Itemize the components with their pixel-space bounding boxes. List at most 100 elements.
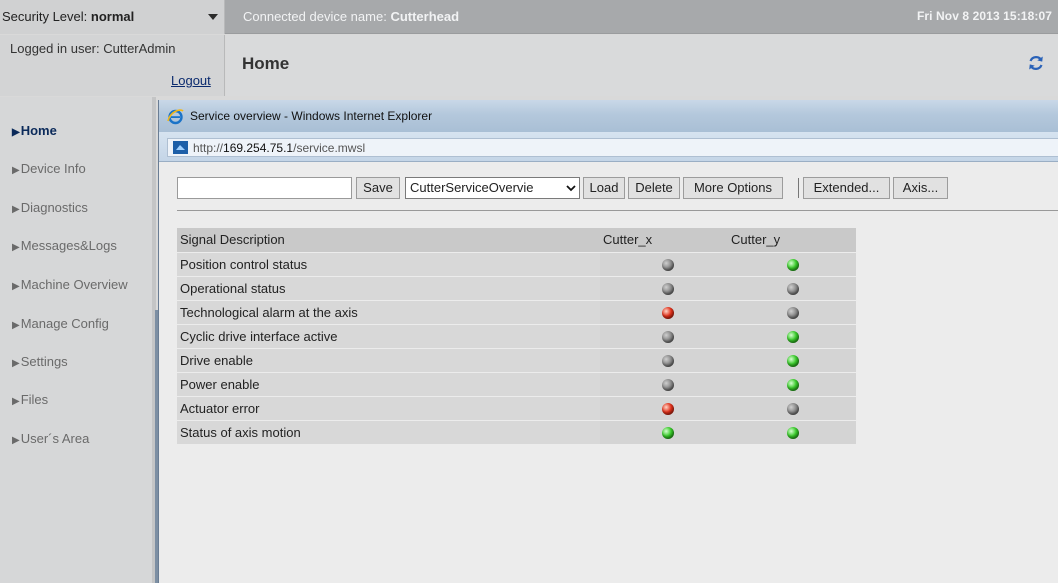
datetime-display: Fri Nov 8 2013 15:18:07 — [916, 9, 1052, 23]
signal-description: Drive enable — [177, 348, 600, 373]
triangle-right-icon: ▶ — [12, 242, 20, 253]
security-level-label: Security Level: — [2, 9, 88, 24]
security-level-value: normal — [90, 9, 135, 24]
table-row: Power enable — [177, 372, 856, 397]
table-row: Technological alarm at the axis — [177, 300, 856, 325]
delete-button[interactable]: Delete — [628, 177, 680, 199]
status-led-icon — [787, 403, 799, 416]
status-led-icon — [787, 283, 799, 296]
table-row: Position control status — [177, 252, 856, 277]
sidebar-item-label: Home — [20, 123, 57, 138]
address-prefix: http:// — [193, 141, 224, 155]
status-led-icon — [662, 331, 674, 344]
config-select[interactable]: CutterServiceOvervie — [405, 177, 580, 199]
config-name-input[interactable] — [177, 177, 352, 199]
sidebar-item-diagnostics[interactable]: ▶Diagnostics — [12, 200, 88, 215]
ie-address-bar: http://169.254.75.1/service.mwsl — [159, 132, 1058, 162]
cutter-x-status — [600, 396, 728, 421]
more-options-button[interactable]: More Options — [683, 177, 783, 199]
logged-in-user: Logged in user: CutterAdmin — [10, 41, 176, 56]
sidebar-item-label: User´s Area — [20, 431, 90, 446]
triangle-right-icon: ▶ — [12, 127, 20, 138]
sidebar-item-label: Machine Overview — [20, 277, 128, 292]
sidebar-item-home[interactable]: ▶Home — [12, 123, 57, 138]
ie-logo-icon — [167, 109, 184, 125]
triangle-right-icon: ▶ — [12, 204, 20, 215]
refresh-icon[interactable] — [1026, 53, 1046, 73]
cutter-x-status — [600, 324, 728, 349]
save-button[interactable]: Save — [356, 177, 400, 199]
status-led-icon — [662, 355, 674, 368]
page-title: Home — [242, 54, 290, 73]
sidebar-item-manage-config[interactable]: ▶Manage Config — [12, 316, 109, 331]
triangle-down-icon[interactable] — [208, 14, 218, 20]
sidebar-item-label: Device Info — [20, 161, 86, 176]
sidebar-item-settings[interactable]: ▶Settings — [12, 354, 68, 369]
status-led-icon — [662, 283, 674, 296]
cutter-y-status — [728, 276, 856, 301]
extended-button[interactable]: Extended... — [803, 177, 890, 199]
sidebar-item-users-area[interactable]: ▶User´s Area — [12, 431, 89, 446]
status-led-icon — [787, 259, 799, 272]
signal-description: Actuator error — [177, 396, 600, 421]
table-row: Status of axis motion — [177, 420, 856, 445]
triangle-right-icon: ▶ — [12, 281, 20, 292]
signal-description: Technological alarm at the axis — [177, 300, 600, 325]
cutter-y-status — [728, 396, 856, 421]
address-path: /service.mwsl — [293, 141, 366, 155]
page-icon — [173, 141, 188, 154]
user-panel: Logged in user: CutterAdmin Logout — [0, 35, 225, 96]
toolbar-separator — [177, 210, 1058, 211]
cutter-x-status — [600, 372, 728, 397]
page-header: Home — [226, 35, 1058, 96]
sidebar-item-machine-overview[interactable]: ▶Machine Overview — [12, 277, 128, 292]
status-led-icon — [787, 307, 799, 320]
status-led-icon — [787, 331, 799, 344]
sidebar-item-label: Settings — [20, 354, 68, 369]
table-row: Cyclic drive interface active — [177, 324, 856, 349]
ie-title-bar[interactable]: Service overview - Windows Internet Expl… — [159, 100, 1058, 132]
header-cutter-x: Cutter_x — [600, 228, 728, 253]
signal-description: Power enable — [177, 372, 600, 397]
sidebar-item-messages-logs[interactable]: ▶Messages&Logs — [12, 238, 117, 253]
status-led-icon — [787, 427, 799, 440]
triangle-right-icon: ▶ — [12, 396, 20, 407]
sidebar-item-label: Messages&Logs — [20, 238, 117, 253]
sidebar-item-label: Files — [20, 392, 49, 407]
address-field[interactable]: http://169.254.75.1/service.mwsl — [167, 138, 1058, 157]
ie-popup-window: Service overview - Windows Internet Expl… — [158, 100, 1058, 583]
header-signal-description: Signal Description — [177, 228, 600, 253]
chevron-down-icon — [566, 185, 576, 192]
status-led-icon — [662, 259, 674, 272]
cutter-y-status — [728, 324, 856, 349]
cutter-y-status — [728, 348, 856, 373]
triangle-right-icon: ▶ — [12, 358, 20, 369]
sidebar-item-device-info[interactable]: ▶Device Info — [12, 161, 86, 176]
axis-button[interactable]: Axis... — [893, 177, 948, 199]
signal-description: Status of axis motion — [177, 420, 600, 445]
service-overview-content: Save CutterServiceOvervie Load Delete Mo… — [159, 163, 1058, 583]
status-led-icon — [662, 427, 674, 440]
logout-link[interactable]: Logout — [171, 73, 211, 88]
sidebar-item-label: Diagnostics — [20, 200, 88, 215]
signal-description: Operational status — [177, 276, 600, 301]
table-row: Actuator error — [177, 396, 856, 421]
header-cutter-y: Cutter_y — [728, 228, 856, 253]
ie-window-title: Service overview - Windows Internet Expl… — [190, 109, 433, 123]
load-button[interactable]: Load — [583, 177, 625, 199]
status-led-icon — [787, 355, 799, 368]
triangle-right-icon: ▶ — [12, 435, 20, 446]
sidebar-item-files[interactable]: ▶Files — [12, 392, 48, 407]
status-led-icon — [662, 379, 674, 392]
sidebar-nav: ▶Home ▶Device Info ▶Diagnostics ▶Message… — [0, 97, 152, 583]
signal-description: Cyclic drive interface active — [177, 324, 600, 349]
connected-device: Connected device name: Cutterhead — [243, 9, 459, 24]
signal-table: Signal Description Cutter_x Cutter_y Pos… — [177, 228, 856, 445]
signal-description: Position control status — [177, 252, 600, 277]
security-level-selector[interactable]: Security Level: normal — [0, 0, 225, 34]
cutter-x-status — [600, 420, 728, 445]
address-host: 169.254.75.1 — [223, 141, 294, 155]
triangle-right-icon: ▶ — [12, 165, 20, 176]
device-name-label: Connected device name: — [243, 9, 387, 24]
sidebar-item-label: Manage Config — [20, 316, 109, 331]
